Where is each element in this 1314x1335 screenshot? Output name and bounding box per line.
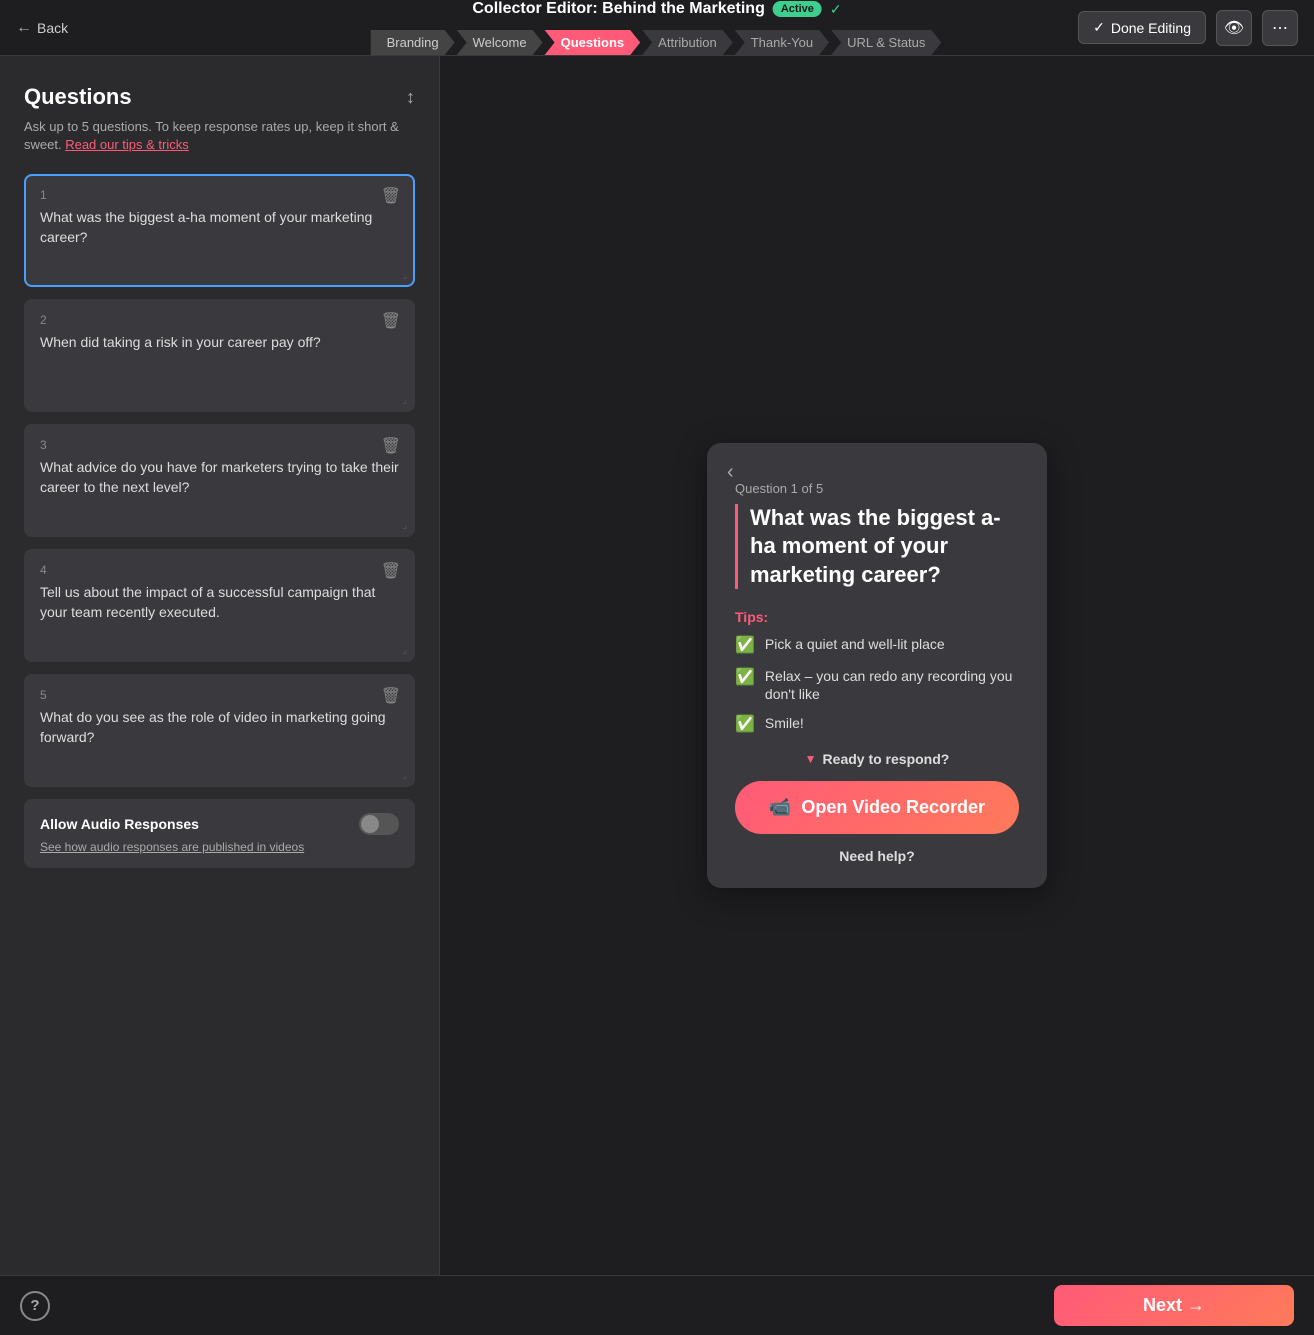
panel-header: Questions ↕	[24, 84, 415, 110]
tip-check-icon-1: ✅	[735, 636, 755, 657]
q-counter: Question 1 of 5	[735, 481, 1019, 496]
audio-responses-link[interactable]: audio responses	[90, 840, 178, 854]
question-text-1[interactable]: What was the biggest a-ha moment of your…	[40, 208, 399, 268]
question-text-3[interactable]: What advice do you have for marketers tr…	[40, 458, 399, 518]
delete-question-3-button[interactable]: 🗑	[381, 436, 401, 456]
preview-button[interactable]: 👁	[1216, 10, 1252, 46]
next-label: Next →	[1143, 1295, 1205, 1316]
ellipsis-icon: ⋯	[1272, 18, 1288, 38]
check-icon: ✓	[830, 1, 842, 18]
back-arrow-icon: ←	[16, 19, 32, 37]
ready-text: Ready to respond?	[823, 751, 950, 767]
eye-icon: 👁	[1224, 18, 1244, 38]
open-video-recorder-button[interactable]: 📹 Open Video Recorder	[735, 781, 1019, 834]
question-text-2[interactable]: When did taking a risk in your career pa…	[40, 333, 399, 393]
tip-check-icon-3: ✅	[735, 715, 755, 736]
delete-question-5-button[interactable]: 🗑	[381, 686, 401, 706]
title-row: Collector Editor: Behind the Marketing A…	[472, 0, 841, 18]
question-card-1[interactable]: 1 🗑 What was the biggest a-ha moment of …	[24, 174, 415, 287]
tip-text-2: Relax – you can redo any recording you d…	[765, 667, 1019, 703]
next-button[interactable]: Next →	[1054, 1285, 1294, 1326]
audio-subtitle: See how audio responses are published in…	[40, 840, 399, 854]
tip-item-2: ✅ Relax – you can redo any recording you…	[735, 667, 1019, 703]
resize-handle-5: ⌟	[402, 770, 407, 781]
triangle-icon: ▼	[805, 752, 817, 766]
tips-tricks-link[interactable]: Read our tips & tricks	[65, 137, 189, 152]
tip-text-3: Smile!	[765, 714, 804, 732]
question-text-5[interactable]: What do you see as the role of video in …	[40, 708, 399, 768]
tips-label: Tips:	[735, 609, 1019, 625]
delete-question-2-button[interactable]: 🗑	[381, 311, 401, 331]
sort-icon[interactable]: ↕	[406, 87, 415, 108]
delete-question-4-button[interactable]: 🗑	[381, 561, 401, 581]
tips-section: Tips: ✅ Pick a quiet and well-lit place …	[735, 609, 1019, 735]
tip-check-icon-2: ✅	[735, 668, 755, 689]
audio-responses-card: Allow Audio Responses See how audio resp…	[24, 799, 415, 868]
card-number-2: 2	[40, 313, 399, 327]
help-button[interactable]: ?	[20, 1291, 50, 1321]
card-number-1: 1	[40, 188, 399, 202]
right-panel: ‹ Question 1 of 5 What was the biggest a…	[440, 56, 1314, 1275]
question-card-5[interactable]: 5 🗑 What do you see as the role of video…	[24, 674, 415, 787]
more-options-button[interactable]: ⋯	[1262, 10, 1298, 46]
tab-branding[interactable]: Branding	[371, 30, 455, 55]
resize-handle-2: ⌟	[402, 395, 407, 406]
card-number-4: 4	[40, 563, 399, 577]
tab-welcome[interactable]: Welcome	[457, 30, 543, 55]
done-editing-label: Done Editing	[1111, 20, 1191, 36]
back-button[interactable]: ← Back	[16, 19, 68, 37]
audio-row: Allow Audio Responses	[40, 813, 399, 835]
top-bar: ← Back Collector Editor: Behind the Mark…	[0, 0, 1314, 56]
audio-label: Allow Audio Responses	[40, 816, 199, 832]
back-label: Back	[37, 20, 68, 36]
audio-toggle[interactable]	[359, 813, 399, 835]
card-number-5: 5	[40, 688, 399, 702]
main-layout: Questions ↕ Ask up to 5 questions. To ke…	[0, 56, 1314, 1275]
tab-thank-you[interactable]: Thank-You	[735, 30, 829, 55]
resize-handle-1: ⌟	[402, 270, 407, 281]
card-number-3: 3	[40, 438, 399, 452]
camera-icon: 📹	[769, 797, 791, 818]
tab-questions[interactable]: Questions	[545, 30, 641, 55]
question-card-3[interactable]: 3 🗑 What advice do you have for marketer…	[24, 424, 415, 537]
tip-text-1: Pick a quiet and well-lit place	[765, 635, 945, 653]
question-mark-icon: ?	[30, 1297, 39, 1314]
ready-row: ▼ Ready to respond?	[735, 751, 1019, 767]
panel-subtitle: Ask up to 5 questions. To keep response …	[24, 118, 415, 154]
top-bar-left: ← Back	[16, 19, 136, 37]
question-card-2[interactable]: 2 🗑 When did taking a risk in your caree…	[24, 299, 415, 412]
tab-url-status[interactable]: URL & Status	[831, 30, 941, 55]
tab-attribution[interactable]: Attribution	[642, 30, 733, 55]
tip-item-3: ✅ Smile!	[735, 714, 1019, 736]
top-bar-center: Collector Editor: Behind the Marketing A…	[371, 0, 944, 55]
delete-question-1-button[interactable]: 🗑	[381, 186, 401, 206]
done-editing-button[interactable]: ✓ Done Editing	[1078, 11, 1206, 44]
resize-handle-3: ⌟	[402, 520, 407, 531]
question-card-4[interactable]: 4 🗑 Tell us about the impact of a succes…	[24, 549, 415, 662]
bottom-bar: ? Next →	[0, 1275, 1314, 1335]
editor-title: Collector Editor: Behind the Marketing	[472, 0, 764, 18]
active-badge: Active	[773, 1, 822, 17]
nav-tabs: Branding Welcome Questions Attribution T…	[371, 30, 944, 55]
preview-card: ‹ Question 1 of 5 What was the biggest a…	[707, 443, 1047, 889]
top-bar-right: ✓ Done Editing 👁 ⋯	[1078, 10, 1298, 46]
need-help-text[interactable]: Need help?	[735, 848, 1019, 864]
preview-back-button[interactable]: ‹	[727, 461, 734, 484]
left-panel: Questions ↕ Ask up to 5 questions. To ke…	[0, 56, 440, 1275]
tip-item-1: ✅ Pick a quiet and well-lit place	[735, 635, 1019, 657]
panel-title: Questions	[24, 84, 132, 110]
checkmark-icon: ✓	[1093, 19, 1105, 36]
recorder-btn-label: Open Video Recorder	[801, 797, 985, 818]
question-text-4[interactable]: Tell us about the impact of a successful…	[40, 583, 399, 643]
toggle-knob	[361, 815, 379, 833]
resize-handle-4: ⌟	[402, 645, 407, 656]
preview-question-text: What was the biggest a-ha moment of your…	[735, 504, 1019, 590]
